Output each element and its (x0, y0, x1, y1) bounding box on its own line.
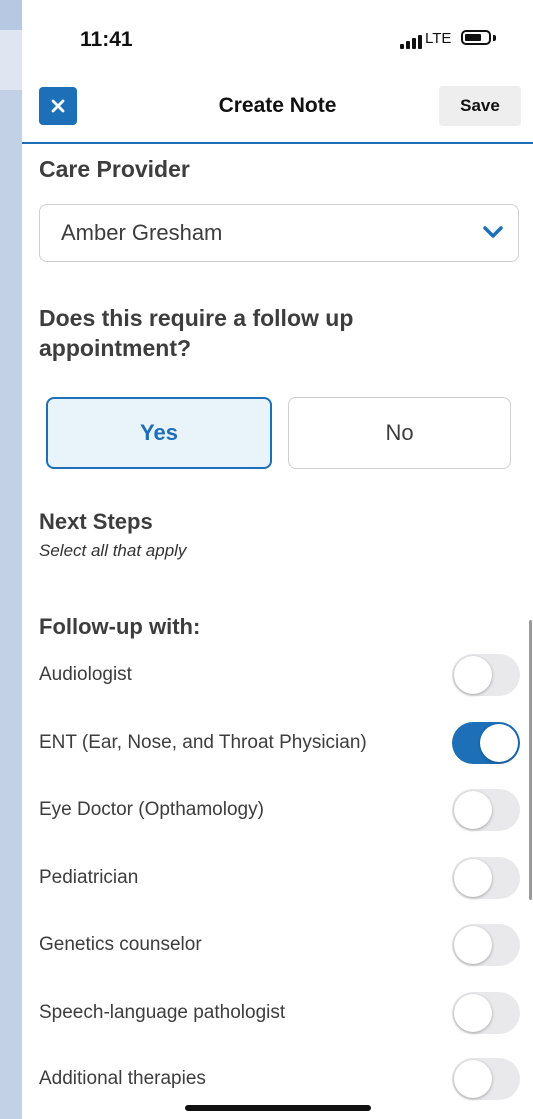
status-time: 11:41 (80, 28, 133, 51)
next-steps-title: Next Steps (39, 509, 153, 534)
toggle-knob (454, 791, 492, 829)
close-button[interactable] (39, 87, 77, 125)
row-label: Audiologist (39, 664, 132, 685)
toggle-knob (454, 926, 492, 964)
care-provider-select[interactable]: Amber Gresham (39, 204, 519, 262)
toggle-knob (454, 656, 492, 694)
battery-tip (493, 35, 496, 41)
signal-icon (400, 33, 422, 49)
row-label: Eye Doctor (Opthamology) (39, 799, 264, 820)
row-label: Genetics counselor (39, 934, 202, 955)
toggle-knob (480, 724, 518, 762)
care-provider-label: Care Provider (39, 156, 190, 182)
audiologist-toggle[interactable] (452, 654, 520, 696)
battery-icon (461, 30, 491, 45)
home-indicator (185, 1105, 371, 1111)
close-icon (51, 99, 65, 113)
save-button[interactable]: Save (439, 86, 521, 126)
care-provider-value: Amber Gresham (61, 220, 223, 245)
yes-button[interactable]: Yes (46, 397, 272, 469)
row-label: Additional therapies (39, 1068, 206, 1089)
toggle-knob (454, 994, 492, 1032)
follow-up-row-audiologist: Audiologist (39, 654, 520, 698)
no-button[interactable]: No (288, 397, 511, 469)
background-strip (0, 0, 22, 1119)
phone-screen: 11:41 LTE Create Note Save Care Provider… (22, 0, 533, 1119)
ent-toggle[interactable] (452, 722, 520, 764)
network-label: LTE (425, 30, 452, 47)
chevron-down-icon (483, 226, 503, 238)
row-label: ENT (Ear, Nose, and Throat Physician) (39, 732, 367, 753)
toggle-knob (454, 1060, 492, 1098)
row-label: Pediatrician (39, 867, 139, 888)
nav-bar: Create Note Save (22, 72, 533, 144)
next-steps-hint: Select all that apply (39, 541, 187, 560)
follow-up-row-ent: ENT (Ear, Nose, and Throat Physician) (39, 722, 520, 766)
follow-up-row-pediatrician: Pediatrician (39, 857, 520, 901)
scrollbar[interactable] (529, 620, 532, 900)
toggle-knob (454, 859, 492, 897)
pediatrician-toggle[interactable] (452, 857, 520, 899)
genetics-toggle[interactable] (452, 924, 520, 966)
additional-therapies-toggle[interactable] (452, 1058, 520, 1100)
follow-up-row-genetics: Genetics counselor (39, 924, 520, 968)
row-label: Speech-language pathologist (39, 1002, 286, 1023)
follow-up-question: Does this require a follow up appointmen… (39, 305, 354, 361)
eye-doctor-toggle[interactable] (452, 789, 520, 831)
follow-up-row-speech: Speech-language pathologist (39, 992, 520, 1036)
follow-up-with-title: Follow-up with: (39, 614, 201, 639)
follow-up-row-eye-doctor: Eye Doctor (Opthamology) (39, 789, 520, 833)
status-bar: 11:41 LTE (22, 0, 533, 72)
speech-toggle[interactable] (452, 992, 520, 1034)
follow-up-row-additional-therapies: Additional therapies (39, 1058, 520, 1102)
